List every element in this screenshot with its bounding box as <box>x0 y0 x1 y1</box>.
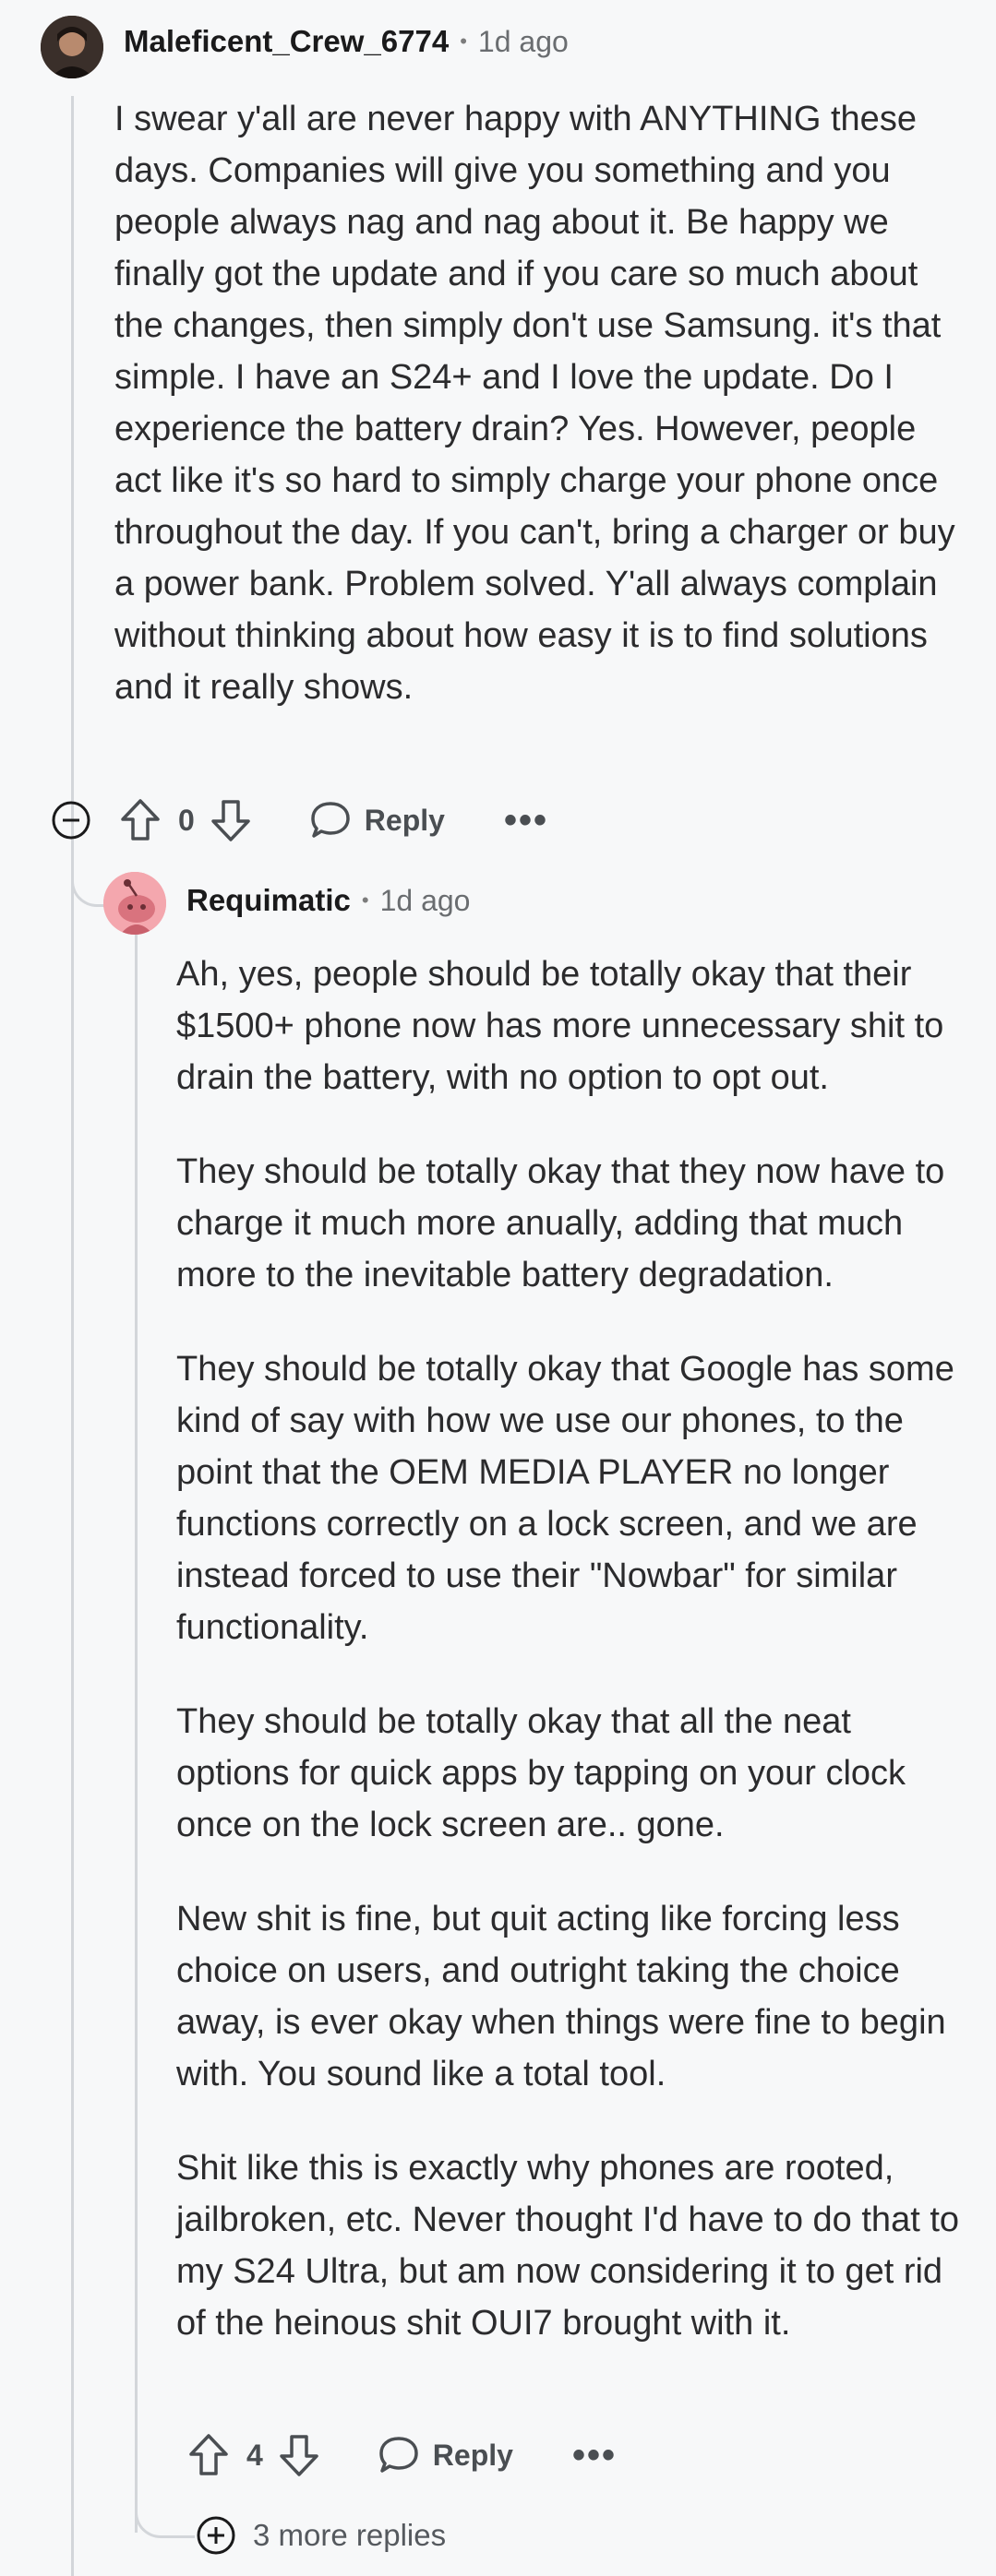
upvote-arrow-icon <box>121 799 160 841</box>
comment-bubble-icon <box>379 2437 418 2473</box>
more-replies-label: 3 more replies <box>253 2518 447 2552</box>
comment-paragraph: I swear y'all are never happy with ANYTH… <box>114 100 955 707</box>
snoo-avatar-icon <box>103 872 166 935</box>
avatar[interactable] <box>41 16 103 78</box>
downvote-button[interactable] <box>278 2432 320 2478</box>
thread-line-main[interactable] <box>71 96 74 2576</box>
vote-score: 0 <box>178 803 195 837</box>
more-options-button[interactable]: ••• <box>504 802 548 839</box>
vote-score: 4 <box>246 2438 263 2472</box>
reply-button[interactable]: Reply <box>309 800 445 841</box>
username[interactable]: Maleficent_Crew_6774 <box>124 24 449 59</box>
comment-body: I swear y'all are never happy with ANYTH… <box>114 93 959 756</box>
reply-label: Reply <box>364 803 445 837</box>
meta-separator: • <box>460 30 467 53</box>
user-avatar-icon <box>41 16 103 78</box>
more-replies-button[interactable]: 3 more replies <box>196 2515 446 2556</box>
reply-paragraph: They should be totally okay that they no… <box>176 1152 945 1294</box>
upvote-button[interactable] <box>187 2432 230 2478</box>
reply-paragraph: They should be totally okay that all the… <box>176 1702 906 1844</box>
reply-paragraph: They should be totally okay that Google … <box>176 1350 954 1647</box>
thread-connector-more-replies <box>135 2491 195 2538</box>
reply-action-bar: 4 Reply ••• <box>187 2430 617 2480</box>
downvote-button[interactable] <box>210 797 252 843</box>
avatar[interactable] <box>103 872 166 935</box>
username[interactable]: Requimatic <box>186 883 351 918</box>
comment-bubble-icon <box>311 802 350 838</box>
upvote-arrow-icon <box>189 2434 228 2475</box>
thread-line-reply[interactable] <box>135 932 138 2533</box>
plus-circle-icon <box>197 2516 235 2555</box>
reply-label: Reply <box>432 2438 513 2472</box>
upvote-button[interactable] <box>119 797 162 843</box>
reply-body: Ah, yes, people should be totally okay t… <box>176 948 959 2349</box>
downvote-arrow-icon <box>280 2435 318 2476</box>
thread-connector-reply <box>71 867 105 907</box>
timestamp[interactable]: 1d ago <box>478 25 569 59</box>
meta-separator: • <box>361 888 369 912</box>
reply-paragraph: Shit like this is exactly why phones are… <box>176 2149 960 2343</box>
more-options-button[interactable]: ••• <box>572 2437 617 2474</box>
reply-paragraph: Ah, yes, people should be totally okay t… <box>176 955 944 1097</box>
reply-button[interactable]: Reply <box>378 2435 513 2475</box>
timestamp[interactable]: 1d ago <box>380 884 471 918</box>
collapse-thread-button[interactable] <box>51 800 91 841</box>
downvote-arrow-icon <box>211 800 250 841</box>
reply-paragraph: New shit is fine, but quit acting like f… <box>176 1900 946 2093</box>
minus-circle-icon <box>52 801 90 840</box>
comment-action-bar: 0 Reply ••• <box>51 795 548 845</box>
